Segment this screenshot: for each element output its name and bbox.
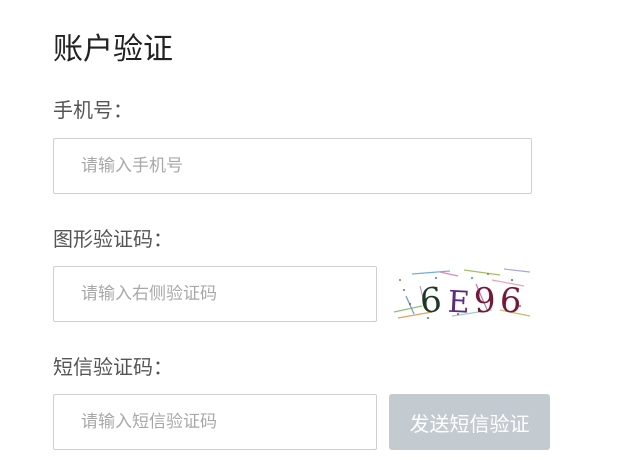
phone-input[interactable] <box>53 138 532 194</box>
captcha-char-1: 6 <box>419 280 443 321</box>
send-sms-button[interactable]: 发送短信验证 <box>389 394 550 450</box>
captcha-char-4: 6 <box>499 280 523 321</box>
phone-label: 手机号： <box>53 98 133 122</box>
page-title: 账户验证 <box>53 32 173 67</box>
sms-label: 短信验证码： <box>53 355 173 379</box>
sms-code-input[interactable] <box>53 394 377 450</box>
captcha-label: 图形验证码： <box>53 227 173 251</box>
captcha-char-2: E <box>447 285 471 321</box>
account-verification-page: 账户验证 手机号： 图形验证码： <box>0 0 622 467</box>
captcha-char-3: 9 <box>473 280 497 321</box>
captcha-input[interactable] <box>53 266 377 322</box>
captcha-image[interactable]: 6 E 9 6 <box>392 266 532 322</box>
